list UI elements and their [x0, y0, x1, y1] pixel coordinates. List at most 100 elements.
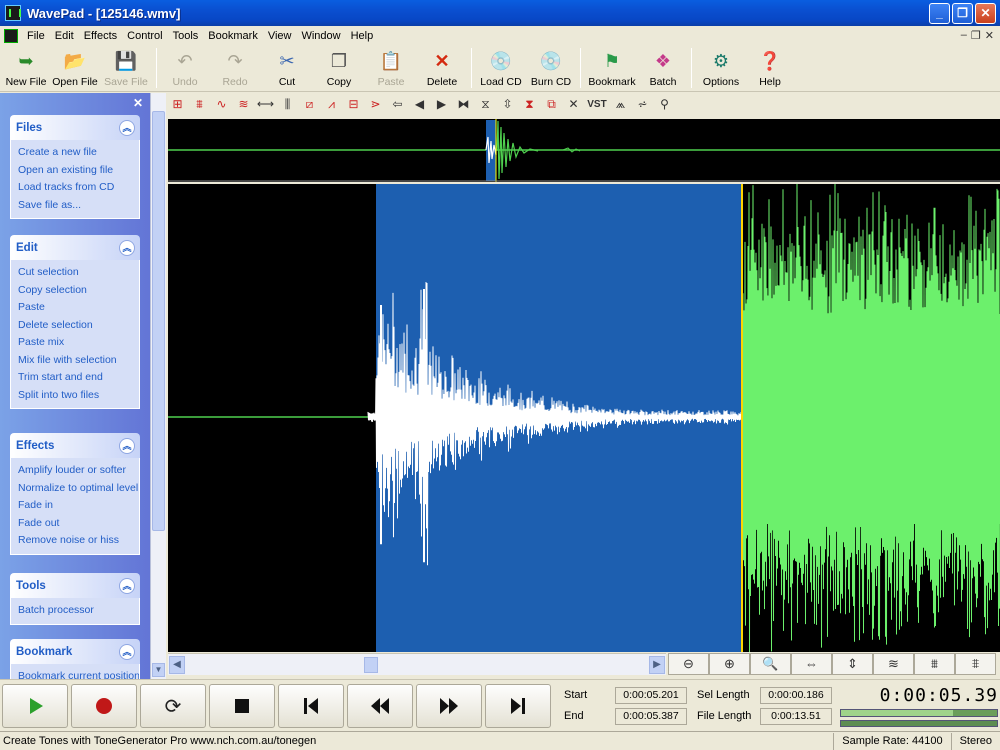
task-paste[interactable]: Paste [18, 299, 139, 317]
effects-group-header[interactable]: Effects ︽ [10, 433, 140, 458]
menu-control[interactable]: Control [122, 30, 167, 42]
menu-window[interactable]: Window [296, 30, 345, 42]
panel-close-icon[interactable]: ✕ [132, 97, 144, 109]
skip-end-button[interactable] [485, 684, 551, 728]
rewind-button[interactable] [347, 684, 413, 728]
menu-effects[interactable]: Effects [79, 30, 122, 42]
fx-silence-icon[interactable]: ⟷ [256, 96, 275, 113]
scroll-right-arrow-icon[interactable]: ▶ [649, 656, 665, 674]
fx-invert-icon[interactable]: ⊟ [344, 96, 363, 113]
fx-fade-in-icon[interactable]: ◀ [410, 96, 429, 113]
scrollbar-thumb[interactable] [364, 657, 378, 673]
fx-normalize-icon[interactable]: ⩩ [190, 96, 209, 113]
menu-file[interactable]: File [22, 30, 50, 42]
task-fade-out[interactable]: Fade out [18, 515, 139, 533]
mdi-restore-button[interactable]: ❐ [971, 29, 981, 42]
task-cut-selection[interactable]: Cut selection [18, 264, 139, 282]
collapse-chevron-icon[interactable]: ︽ [119, 119, 135, 136]
fx-amplify-icon[interactable]: ⊞ [168, 96, 187, 113]
fx-remove-icon[interactable]: ✕ [564, 96, 583, 113]
document-icon[interactable] [4, 28, 18, 43]
fx-noise-icon[interactable]: ⫼ [278, 96, 297, 113]
fx-chorus-icon[interactable]: ⩫ [633, 96, 652, 113]
task-bookmark-position[interactable]: Bookmark current position [18, 668, 139, 679]
task-paste-mix[interactable]: Paste mix [18, 334, 139, 352]
menu-view[interactable]: View [263, 30, 297, 42]
fx-eq-icon[interactable]: ⧗ [520, 96, 539, 113]
collapse-chevron-icon[interactable]: ︽ [119, 437, 135, 454]
fx-fade-icon[interactable]: ⋗ [366, 96, 385, 113]
menu-edit[interactable]: Edit [50, 30, 79, 42]
collapse-chevron-icon[interactable]: ︽ [119, 239, 135, 256]
task-open-existing-file[interactable]: Open an existing file [18, 162, 139, 180]
mdi-close-button[interactable]: ✕ [985, 29, 994, 42]
zoom-vertical-icon[interactable]: ⇕ [832, 653, 873, 675]
zoom-wave-out-icon[interactable]: ⩨ [955, 653, 996, 675]
zoom-in-icon[interactable]: ⊕ [709, 653, 750, 675]
task-amplify[interactable]: Amplify louder or softer [18, 462, 139, 480]
fx-distort-icon[interactable]: ⩕ [611, 96, 630, 113]
fx-fade-out-icon[interactable]: ▶ [432, 96, 451, 113]
load-cd-button[interactable]: 💿 Load CD [476, 45, 526, 91]
zoom-full-icon[interactable]: ⇔ [791, 653, 832, 675]
delete-button[interactable]: ✕ Delete [417, 45, 467, 91]
start-time-field[interactable]: 0:00:05.201 [615, 687, 687, 704]
task-copy-selection[interactable]: Copy selection [18, 282, 139, 300]
maximize-button[interactable]: ❐ [952, 2, 973, 24]
edit-group-header[interactable]: Edit ︽ [10, 235, 140, 260]
save-file-button[interactable]: 💾 Save File [100, 45, 152, 91]
cut-button[interactable]: ✂ Cut [261, 45, 313, 91]
open-file-button[interactable]: 📂 Open File [50, 45, 100, 91]
copy-button[interactable]: ❐ Copy [313, 45, 365, 91]
scroll-down-arrow-icon[interactable]: ▼ [152, 663, 165, 677]
zoom-out-icon[interactable]: ⊖ [668, 653, 709, 675]
zoom-selection-icon[interactable]: 🔍 [750, 653, 791, 675]
minimize-button[interactable]: _ [929, 2, 950, 24]
task-split[interactable]: Split into two files [18, 387, 139, 405]
task-remove-noise[interactable]: Remove noise or hiss [18, 532, 139, 550]
paste-button[interactable]: 📋 Paste [365, 45, 417, 91]
end-time-field[interactable]: 0:00:05.387 [615, 708, 687, 725]
fx-compress-icon[interactable]: ⧓ [454, 96, 473, 113]
fx-speed-icon[interactable]: ⧖ [476, 96, 495, 113]
task-save-file-as[interactable]: Save file as... [18, 197, 139, 215]
scrollbar-thumb[interactable] [152, 111, 165, 531]
play-button[interactable] [2, 684, 68, 728]
task-normalize[interactable]: Normalize to optimal level [18, 480, 139, 498]
redo-button[interactable]: ↷ Redo [209, 45, 261, 91]
new-file-button[interactable]: ➥ New File [2, 45, 50, 91]
zoom-wave-in-icon[interactable]: ⩩ [914, 653, 955, 675]
task-delete-selection[interactable]: Delete selection [18, 317, 139, 335]
task-fade-in[interactable]: Fade in [18, 497, 139, 515]
tools-group-header[interactable]: Tools ︽ [10, 573, 140, 598]
bookmark-button[interactable]: ⚑ Bookmark [585, 45, 639, 91]
waveform-scrollbar[interactable]: ◀ ▶ [168, 653, 666, 675]
fx-reverb-icon[interactable]: ≋ [234, 96, 253, 113]
stop-button[interactable] [209, 684, 275, 728]
zoom-wave-icon[interactable]: ≋ [873, 653, 914, 675]
burn-cd-button[interactable]: 💿 Burn CD [526, 45, 576, 91]
fast-forward-button[interactable] [416, 684, 482, 728]
files-group-header[interactable]: Files ︽ [10, 115, 140, 140]
record-button[interactable] [71, 684, 137, 728]
fx-wave-icon[interactable]: ⩘ [322, 96, 341, 113]
task-mix-file[interactable]: Mix file with selection [18, 352, 139, 370]
waveform-editor[interactable] [168, 183, 1000, 653]
bookmark-group-header[interactable]: Bookmark ︽ [10, 639, 140, 664]
loop-button[interactable]: ⟳ [140, 684, 206, 728]
task-create-new-file[interactable]: Create a new file [18, 144, 139, 162]
waveform-overview[interactable] [168, 119, 1000, 182]
task-batch-processor[interactable]: Batch processor [18, 602, 139, 620]
sel-length-field[interactable]: 0:00:00.186 [760, 687, 832, 704]
menu-tools[interactable]: Tools [168, 30, 204, 42]
fx-envelope-icon[interactable]: ⧄ [300, 96, 319, 113]
fx-tools-icon[interactable]: ⚲ [655, 96, 674, 113]
task-load-tracks-cd[interactable]: Load tracks from CD [18, 179, 139, 197]
mdi-minimize-button[interactable]: – [961, 29, 967, 42]
close-button[interactable]: ✕ [975, 2, 996, 24]
batch-button[interactable]: ❖ Batch [639, 45, 687, 91]
options-button[interactable]: ⚙ Options [696, 45, 746, 91]
menu-bookmark[interactable]: Bookmark [203, 30, 263, 42]
collapse-chevron-icon[interactable]: ︽ [119, 577, 135, 594]
fx-echo-icon[interactable]: ∿ [212, 96, 231, 113]
